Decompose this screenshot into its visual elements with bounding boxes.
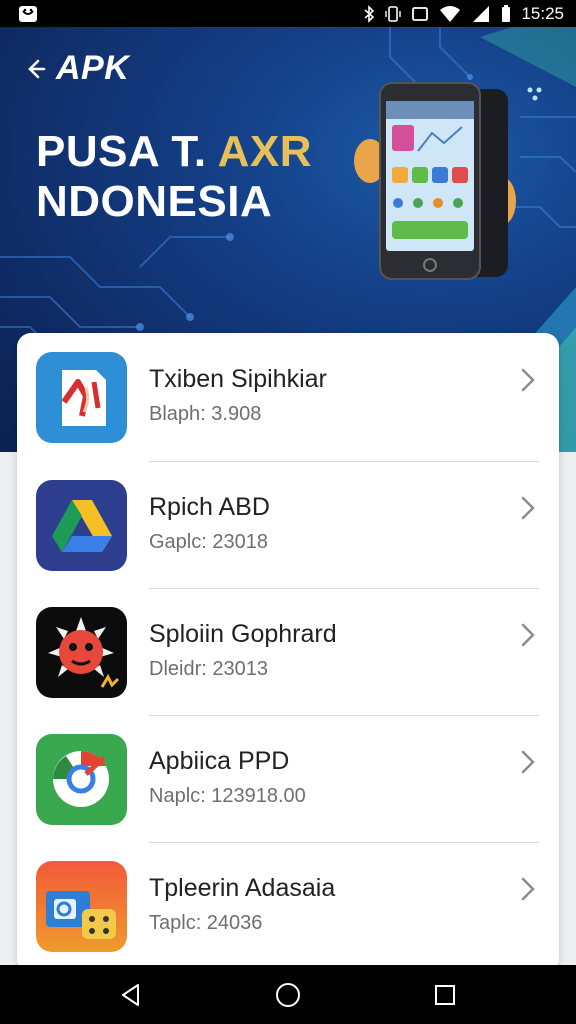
hero-title-line2: NDONESIA [36,177,273,226]
chevron-right-icon [521,623,535,647]
app-name: Txiben Sipihkiar [149,365,327,393]
pdf-document-icon [36,352,127,443]
chevron-right-icon [521,496,535,520]
hero-title: PUSA T. AXR NDONESIA [36,127,312,227]
list-item[interactable]: Tpleerin Adasaia Taplc: 24036 [17,842,559,968]
signal-icon [473,5,490,22]
app-meta: Dleidr: 23013 [149,658,268,680]
chevron-right-icon [521,877,535,901]
notification-app-icon [19,5,37,22]
phone-illustration [354,82,516,280]
wifi-icon [440,5,461,22]
app-name: Tpleerin Adasaia [149,874,336,902]
app-header[interactable]: APK [22,49,129,88]
app-icon [36,480,127,571]
back-triangle-icon[interactable] [118,982,144,1008]
app-list-card: Txiben Sipihkiar Blaph: 3.908 Rpich ABD … [17,333,559,973]
app-name: Sploiin Gophrard [149,620,337,648]
app-icon [36,861,127,952]
list-item[interactable]: Rpich ABD Gaplc: 23018 [17,461,559,587]
system-nav-bar [0,965,576,1024]
app-meta: Taplc: 24036 [149,912,263,934]
chevron-right-icon [521,750,535,774]
chrome-browser-icon [36,734,127,825]
hero-title-line1: PUSA T. [36,127,218,176]
cast-icon [412,6,429,21]
app-meta: Naplc: 123918.00 [149,785,306,807]
vibrate-icon [385,5,402,22]
hero-title-accent: AXR [217,127,313,176]
bluetooth-icon [364,4,375,23]
header-title: APK [56,49,130,87]
home-circle-icon[interactable] [275,982,301,1008]
list-item[interactable]: Sploiin Gophrard Dleidr: 23013 [17,588,559,714]
app-meta: Blaph: 3.908 [149,403,262,425]
menu-dots-icon[interactable] [525,85,545,105]
status-bar: 15:25 [0,0,576,27]
app-icon [36,607,127,698]
recents-square-icon[interactable] [432,982,458,1008]
back-arrow-icon[interactable] [22,56,48,82]
app-name: Rpich ABD [149,493,270,521]
chevron-right-icon [521,368,535,392]
drive-triangle-icon [36,480,127,571]
app-meta: Gaplc: 23018 [149,531,268,553]
list-item[interactable]: Txiben Sipihkiar Blaph: 3.908 [17,333,559,459]
red-monster-icon [36,607,127,698]
photo-game-icon [36,861,127,952]
app-icon [36,352,127,443]
status-time: 15:25 [521,3,564,23]
app-name: Apbiica PPD [149,747,290,775]
battery-icon [502,4,511,22]
app-icon [36,734,127,825]
list-item[interactable]: Apbiica PPD Naplc: 123918.00 [17,715,559,841]
